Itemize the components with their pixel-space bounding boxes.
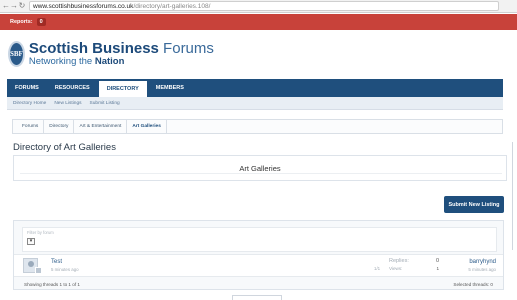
thread-meta: 5 minutes ago xyxy=(51,267,79,272)
list-footer: Showing threads 1 to 1 of 1 Selected thr… xyxy=(14,279,503,289)
main-navigation: FORUMS RESOURCES DIRECTORY MEMBERS xyxy=(7,79,503,97)
replies-label: Replies: xyxy=(389,258,409,264)
site-logo[interactable]: SBF Scottish Business Forums Networking … xyxy=(8,38,214,70)
logo-tagline-prefix: Networking the xyxy=(28,56,95,67)
reload-icon[interactable]: ↻ xyxy=(18,0,26,12)
sub-navigation: Directory Home New Listings Submit Listi… xyxy=(7,97,503,110)
logo-tagline-bold: Nation xyxy=(94,56,125,67)
replies-value: 0 xyxy=(435,258,439,264)
browser-url-bar: ← → ↻ www.scottishbusinessforums.co.uk/d… xyxy=(0,0,517,13)
views-label: Views: xyxy=(389,266,403,271)
breadcrumb-directory[interactable]: Directory xyxy=(44,120,75,133)
views-value: 1 xyxy=(436,266,439,271)
category-name: Art Galleries xyxy=(239,163,281,173)
avatar-small[interactable] xyxy=(35,267,42,274)
logo-name-light: Forums xyxy=(158,40,214,57)
page-title: Directory of Art Galleries xyxy=(13,142,116,153)
arrow-left-icon[interactable]: ← xyxy=(2,0,10,12)
tab-resources[interactable]: RESOURCES xyxy=(47,79,98,97)
url-host: www.scottishbusinessforums.co.uk xyxy=(33,3,134,10)
url-path: /directory/art-galleries.108/ xyxy=(133,3,211,10)
filter-label: Filter by forum xyxy=(27,230,54,235)
thread-title[interactable]: Test xyxy=(51,259,62,265)
tab-members[interactable]: MEMBERS xyxy=(148,79,192,97)
square-icon[interactable]: ▾ xyxy=(27,238,35,245)
subnav-new-listings[interactable]: New Listings xyxy=(54,101,81,106)
table-row[interactable]: Test 5 minutes ago 1/1 Replies: 0 Views: 1… xyxy=(14,254,503,277)
arrow-right-icon[interactable]: → xyxy=(10,0,18,12)
selected-threads-text[interactable]: Selected threads: 0 xyxy=(453,282,493,287)
submit-new-listing-button[interactable]: Submit New Listing xyxy=(444,196,504,213)
subnav-directory-home[interactable]: Directory Home xyxy=(13,101,46,106)
last-post-time[interactable]: 5 minutes ago xyxy=(468,267,496,272)
tab-directory[interactable]: DIRECTORY xyxy=(97,80,148,97)
reports-label[interactable]: Reports: xyxy=(10,19,33,25)
sidebar-edge xyxy=(512,142,517,250)
thread-list: Filter by forum ▾ Test 5 minutes ago 1/1… xyxy=(13,220,504,290)
logo-emblem: SBF xyxy=(8,41,25,67)
logo-text: Scottish Business Forums Networking the … xyxy=(29,41,214,67)
address-input[interactable]: www.scottishbusinessforums.co.uk/directo… xyxy=(29,1,499,11)
thread-page-count: 1/1 xyxy=(374,266,381,271)
showing-threads-text: Showing threads 1 to 1 of 1 xyxy=(24,281,80,287)
breadcrumb: Forums Directory Art & Entertainment Art… xyxy=(12,119,503,134)
filter-box: Filter by forum ▾ xyxy=(22,227,497,252)
reports-count-badge[interactable]: 0 xyxy=(36,18,46,26)
logo-name-bold: Scottish Business xyxy=(28,40,159,57)
bottom-tab xyxy=(232,295,282,300)
breadcrumb-art-entertainment[interactable]: Art & Entertainment xyxy=(74,120,128,133)
category-header: Art Galleries xyxy=(13,155,507,181)
breadcrumb-forums[interactable]: Forums xyxy=(17,120,45,133)
moderator-bar: Reports: 0 xyxy=(0,14,517,30)
tab-forums[interactable]: FORUMS xyxy=(7,79,47,97)
breadcrumb-art-galleries[interactable]: Art Galleries xyxy=(127,120,167,133)
thread-stats: Replies: 0 Views: 1 xyxy=(389,258,439,272)
subnav-submit-listing[interactable]: Submit Listing xyxy=(90,101,120,106)
divider xyxy=(20,173,502,174)
last-post-user[interactable]: barryhynd xyxy=(469,259,496,265)
